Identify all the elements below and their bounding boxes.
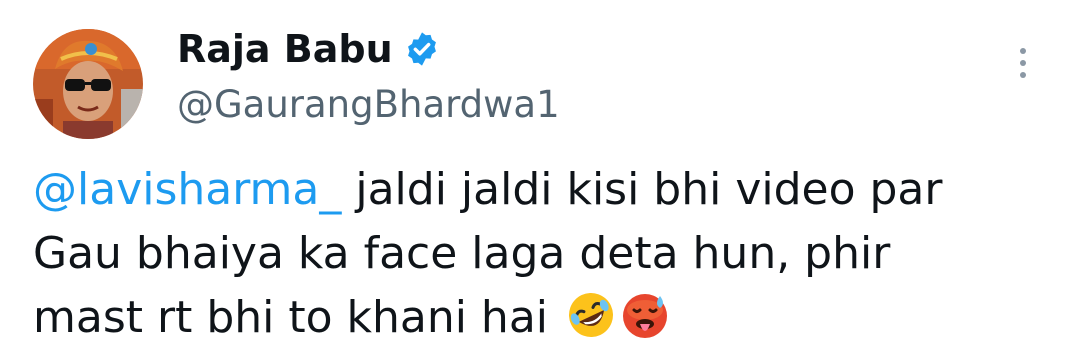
tweet-text-line2: Gau bhaiya ka face laga deta hun, phir: [33, 228, 891, 279]
tweet-text: @lavisharma_ jaldi jaldi kisi bhi video …: [33, 158, 1063, 350]
more-options-icon[interactable]: [1011, 48, 1035, 88]
mention-link[interactable]: @lavisharma_: [33, 164, 341, 215]
display-name-text: Raja Babu: [177, 27, 393, 71]
avatar[interactable]: [33, 29, 143, 139]
author-name[interactable]: Raja Babu: [177, 25, 441, 73]
hot-face-icon: [620, 290, 670, 340]
tweet-text-line1: jaldi jaldi kisi bhi video par: [341, 164, 943, 215]
rolling-on-floor-laughing-icon: [566, 290, 616, 340]
verified-badge-icon: [403, 30, 441, 68]
tweet-text-line3: mast rt bhi to khani hai: [33, 292, 549, 343]
author-handle[interactable]: @GaurangBhardwa1: [177, 82, 560, 128]
tweet-card[interactable]: Raja Babu @GaurangBhardwa1 @lavisharma_ …: [0, 0, 1080, 361]
